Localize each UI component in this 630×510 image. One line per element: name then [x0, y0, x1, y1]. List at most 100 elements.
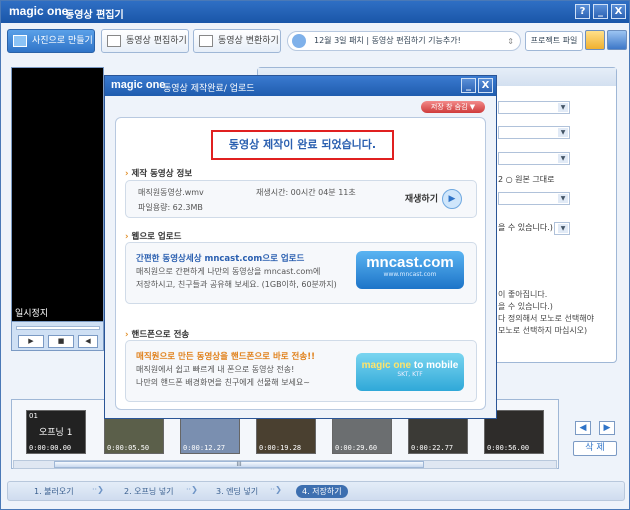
- phone-transfer-panel: 매직원으로 만든 동영상을 핸드폰으로 바로 전송!! 매직원에서 쉽고 빠르게…: [125, 340, 477, 402]
- clip-thumbnail[interactable]: 01 오프닝 1 0:00:00.00: [26, 410, 86, 454]
- help-line: 이 좋아집니다.: [498, 290, 548, 299]
- audio-radio[interactable]: 2 ○ 원본 그대로: [498, 174, 555, 185]
- hide-save-window-button[interactable]: 저장 창 숨김 ▼: [421, 101, 485, 113]
- tab-photo[interactable]: 사진으로 만들기: [7, 29, 95, 53]
- setting-select-4[interactable]: ▼: [498, 192, 570, 205]
- web-body-1: 매직원으로 간편하게 나만의 동영상을 mncast.com에: [136, 267, 321, 276]
- scroll-arrows-icon[interactable]: ⇕: [507, 33, 514, 51]
- play-button[interactable]: ▶: [18, 335, 44, 348]
- mncast-logo: mncast.com: [366, 254, 454, 271]
- clip-number: 01: [29, 412, 38, 420]
- document-icon: [107, 35, 121, 47]
- play-icon: ▶: [442, 189, 462, 209]
- photo-icon: [13, 35, 27, 47]
- playback-controls: ▶ ■ ◀: [11, 321, 104, 351]
- dialog-close-button[interactable]: X: [478, 78, 493, 93]
- setting-select-2[interactable]: ▼: [498, 126, 570, 139]
- seek-slider[interactable]: [16, 326, 100, 330]
- step-arrow-icon: ··❯: [92, 485, 104, 494]
- clip-timecode: 0:00:05.50: [107, 444, 150, 452]
- setting-select-1[interactable]: ▼: [498, 101, 570, 114]
- clip-timecode: 0:00:22.77: [411, 444, 454, 452]
- dialog-title: 동영상 제작완료/ 업로드: [163, 84, 255, 94]
- phone-body-2: 나만의 핸드폰 배경화면을 친구에게 선물해 보세요~: [136, 378, 310, 387]
- info-icon: [292, 34, 306, 48]
- bullet-icon: ›: [125, 169, 129, 179]
- app-title: 동영상 편집기: [65, 10, 124, 21]
- step-save[interactable]: 4. 저장하기: [296, 485, 348, 498]
- mobile-logo: magic one to mobile: [356, 360, 464, 371]
- tab-convert[interactable]: 동영상 변환하기: [193, 29, 281, 53]
- app-window: magic one 동영상 편집기 ? _ X 사진으로 만들기 동영상 편집하…: [0, 0, 630, 510]
- delete-button[interactable]: 삭 제: [573, 441, 617, 456]
- notice-ticker[interactable]: 12월 3일 패치 | 동영상 편집하기 기능추가! ⇕: [287, 31, 521, 51]
- stop-button[interactable]: ■: [48, 335, 74, 348]
- setting-note: 을 수 있습니다.): [498, 223, 553, 232]
- mobile-logo-brand: magic one: [361, 360, 412, 371]
- play-video-button[interactable]: 재생하기 ▶: [405, 189, 462, 209]
- info-heading: › 제작 동영상 정보: [125, 167, 192, 179]
- notice-text: 12월 3일 패치 | 동영상 편집하기 기능추가!: [314, 36, 461, 45]
- dialog-content: 동영상 제작이 완료 되었습니다. › 제작 동영상 정보 매직원동영상.wmv …: [115, 117, 486, 410]
- clip-timecode: 0:00:00.00: [29, 444, 72, 452]
- help-button[interactable]: ?: [575, 4, 590, 19]
- info-heading-text: 제작 동영상 정보: [131, 169, 193, 179]
- clip-timecode: 0:00:19.28: [259, 444, 302, 452]
- minimize-button[interactable]: _: [593, 4, 608, 19]
- prev-arrow-icon[interactable]: ◀: [575, 421, 591, 435]
- open-folder-icon[interactable]: [585, 30, 605, 50]
- bullet-icon: ›: [125, 330, 129, 340]
- chevron-down-icon: ▼: [558, 154, 568, 163]
- tab-photo-label: 사진으로 만들기: [32, 36, 93, 46]
- step-arrow-icon: ··❯: [270, 485, 282, 494]
- dialog-logo: magic one: [111, 79, 166, 91]
- dialog-title-bar: magic one 동영상 제작완료/ 업로드 _ X: [105, 76, 496, 96]
- send-to-mobile-button[interactable]: magic one to mobile SKT, KTF: [356, 353, 464, 391]
- web-headline: 간편한 동영상세상 mncast.com으로 업로드: [136, 254, 305, 264]
- web-upload-heading: › 웹으로 업로드: [125, 230, 181, 242]
- app-logo: magic one: [9, 4, 69, 18]
- mncast-upload-button[interactable]: mncast.com www.mncast.com: [356, 251, 464, 289]
- web-body-2: 저장하시고, 친구들과 공유해 보세요. (1GB이하, 60분까지): [136, 280, 337, 289]
- step-opening[interactable]: 2. 오프닝 넣기: [118, 485, 180, 498]
- bullet-icon: ›: [125, 232, 129, 242]
- chevron-down-icon: ▼: [558, 128, 568, 137]
- play-time: 재생시간: 00시간 04분 11초: [256, 188, 356, 197]
- completion-message: 동영상 제작이 완료 되었습니다.: [211, 130, 394, 160]
- phone-headline: 매직원으로 만든 동영상을 핸드폰으로 바로 전송!!: [136, 352, 315, 362]
- playback-status: 일시정지: [15, 309, 49, 319]
- dialog-minimize-button[interactable]: _: [461, 78, 476, 93]
- close-button[interactable]: X: [611, 4, 626, 19]
- tab-edit[interactable]: 동영상 편집하기: [101, 29, 189, 53]
- next-arrow-icon[interactable]: ▶: [599, 421, 615, 435]
- save-disk-icon[interactable]: [607, 30, 627, 50]
- phone-heading-text: 핸드폰으로 전송: [131, 330, 190, 340]
- setting-select-3[interactable]: ▼: [498, 152, 570, 165]
- radio-prefix: 2: [498, 175, 504, 184]
- title-bar: magic one 동영상 편집기 ? _ X: [1, 1, 629, 23]
- phone-heading: › 핸드폰으로 전송: [125, 328, 189, 340]
- project-file-button[interactable]: 프로젝트 파일: [525, 31, 583, 51]
- video-info-panel: 매직원동영상.wmv 재생시간: 00시간 04분 11초 파일용량: 62.3…: [125, 180, 477, 218]
- setting-select-5[interactable]: ▼: [554, 222, 570, 235]
- help-line: 을 수 있습니다.): [498, 302, 553, 311]
- scroll-grip[interactable]: III: [54, 461, 424, 468]
- help-text: 이 좋아집니다. 을 수 있습니다.) 다 정의해서 모노로 선택해야 모노로 …: [498, 289, 608, 337]
- web-heading-text: 웹으로 업로드: [131, 232, 182, 242]
- volume-icon[interactable]: ◀: [78, 335, 98, 348]
- step-load[interactable]: 1. 불러오기: [28, 485, 80, 498]
- step-arrow-icon: ··❯: [186, 485, 198, 494]
- step-ending[interactable]: 3. 엔딩 넣기: [210, 485, 264, 498]
- tab-edit-label: 동영상 편집하기: [126, 36, 187, 46]
- clip-title: 오프닝 1: [39, 428, 73, 438]
- chevron-down-icon: ▼: [558, 224, 568, 233]
- clip-timecode: 0:00:29.60: [335, 444, 378, 452]
- help-line: 모노로 선택하지 마십시오): [498, 326, 588, 335]
- radio-label: 원본 그대로: [515, 175, 555, 184]
- export-complete-dialog: magic one 동영상 제작완료/ 업로드 _ X 저장 창 숨김 ▼ 동영…: [104, 75, 497, 419]
- chevron-down-icon: ▼: [558, 103, 568, 112]
- radio-circle-icon: ○: [505, 175, 513, 184]
- filmstrip-scrollbar[interactable]: III: [13, 460, 557, 469]
- play-label: 재생하기: [404, 194, 438, 205]
- phone-body-1: 매직원에서 쉽고 빠르게 내 폰으로 동영상 전송!: [136, 365, 295, 374]
